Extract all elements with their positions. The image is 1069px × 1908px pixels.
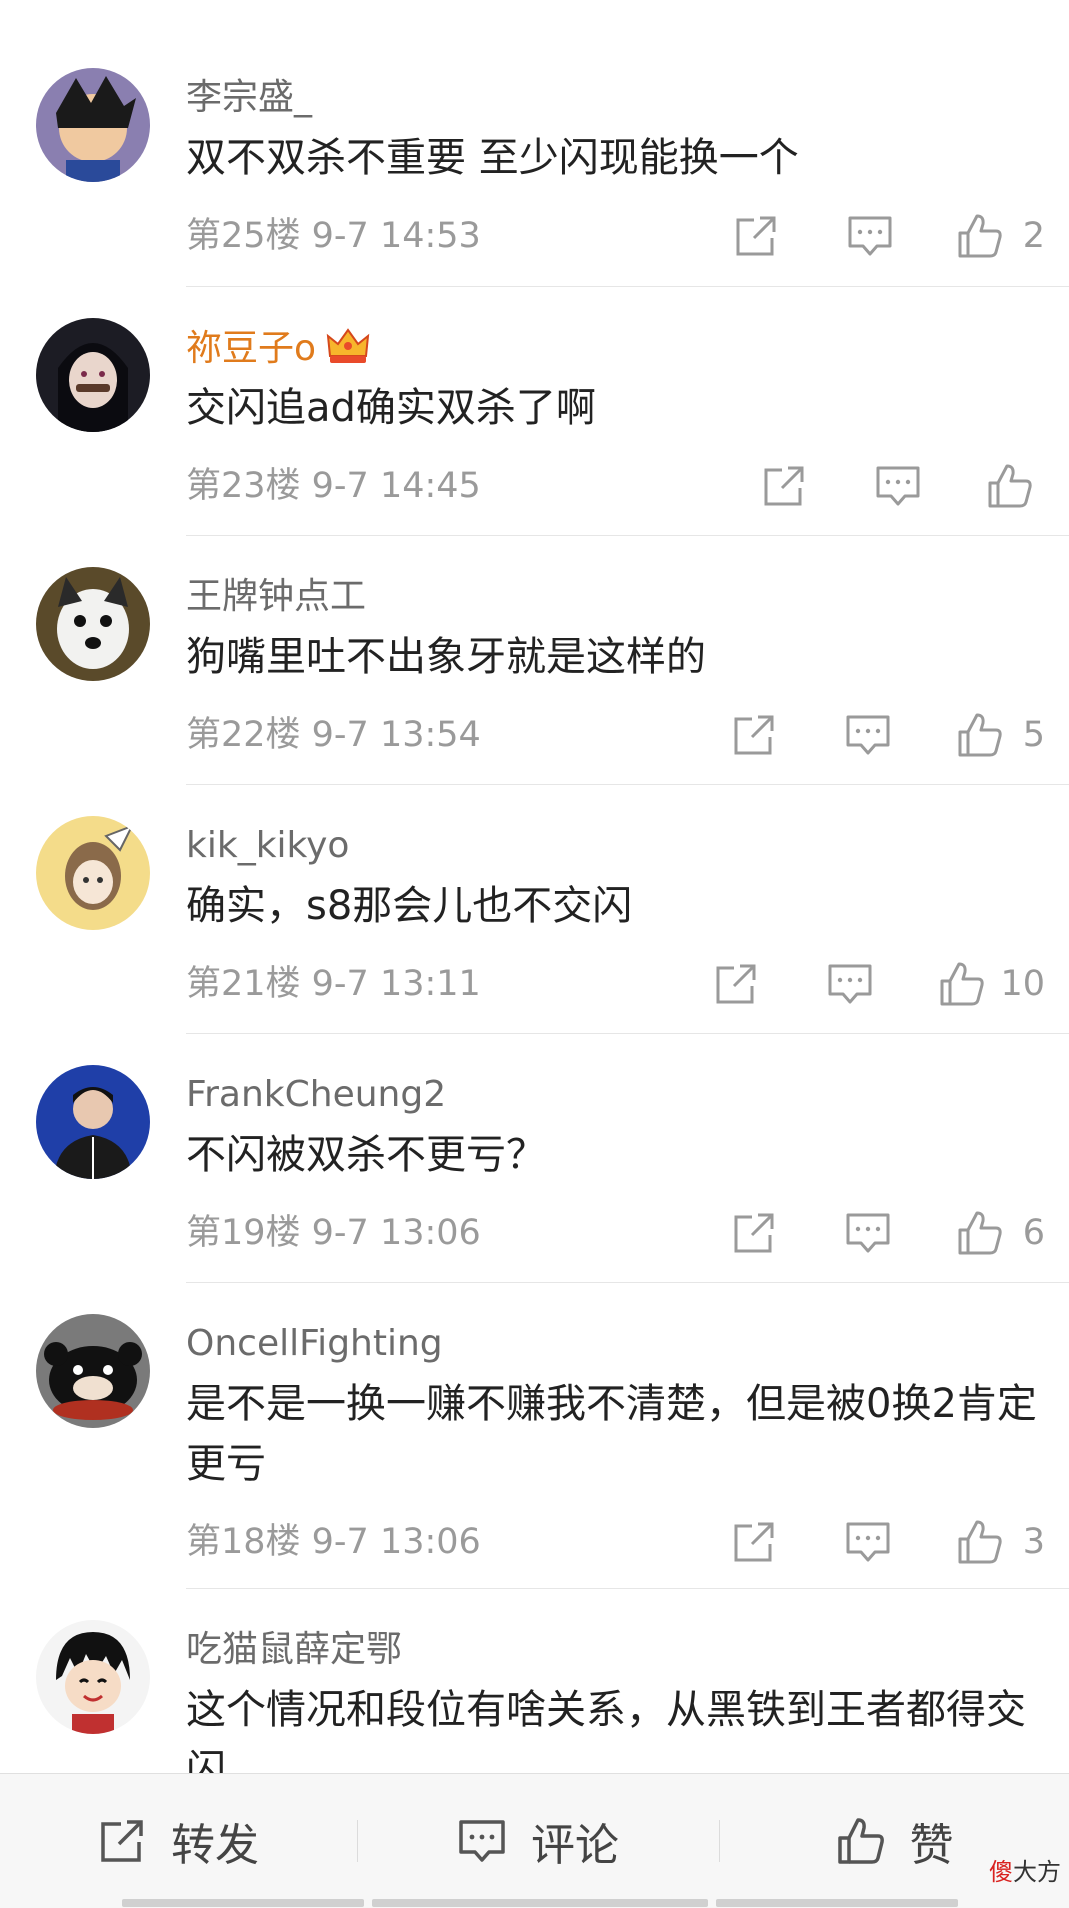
like-count: 5 [1022,715,1045,755]
reply-icon[interactable] [874,462,922,510]
thumbs-up-icon[interactable] [938,960,986,1008]
avatar[interactable] [36,318,150,432]
avatar[interactable] [36,68,150,182]
divider [186,1033,1069,1034]
reply-icon[interactable] [844,711,892,759]
like-count: 2 [1022,216,1045,256]
divider [186,535,1069,536]
username[interactable]: FrankCheung2 [186,1073,446,1117]
thumbs-up-icon [837,1818,884,1864]
comment-text: 不闪被双杀不更亏？ [186,1132,546,1178]
divider [186,286,1069,287]
scroll-indicator [716,1899,958,1907]
share-icon[interactable] [712,960,760,1008]
comment-button[interactable]: 评论 [358,1774,718,1908]
username[interactable]: 李宗盛_ [186,76,312,120]
like-count: 10 [1000,964,1045,1004]
floor-time: 第18楼 9-7 13:06 [186,1522,481,1562]
comment-feed[interactable]: 李宗盛_ 双不双杀不重要 至少闪现能换一个 第25楼 9-7 14:53 祢豆子… [0,0,1069,1773]
repost-button[interactable]: 转发 [0,1774,356,1908]
avatar[interactable] [36,1620,150,1734]
comment-text: 这个情况和段位有啥关系，从黑铁到王者都得交闪 [186,1687,1026,1773]
floor-time: 第25楼 9-7 14:53 [186,216,481,256]
scroll-indicator [122,1899,364,1907]
share-icon[interactable] [760,462,808,510]
avatar[interactable] [36,816,150,930]
reply-icon[interactable] [844,1518,892,1566]
comment-icon [459,1820,505,1862]
reply-icon[interactable] [846,212,894,260]
avatar[interactable] [36,567,150,681]
username[interactable]: kik_kikyo [186,824,349,868]
share-icon[interactable] [730,711,778,759]
like-count: 3 [1022,1522,1045,1562]
thumbs-up-icon[interactable] [986,462,1034,510]
scroll-indicator [372,1899,708,1907]
avatar[interactable] [36,1314,150,1428]
username[interactable]: 祢豆子o [186,326,370,377]
reply-icon[interactable] [826,960,874,1008]
floor-time: 第21楼 9-7 13:11 [186,964,481,1004]
comment-text: 确实，s8那会儿也不交闪 [186,883,633,929]
comment-text: 交闪追ad确实双杀了啊 [186,385,596,431]
like-count: 6 [1022,1213,1045,1253]
username[interactable]: 吃猫鼠薛定鄂 [186,1628,402,1672]
username[interactable]: OncellFighting [186,1322,443,1366]
like-label: 赞 [909,1820,954,1871]
divider [186,1282,1069,1283]
vip-crown-icon [326,326,370,377]
divider [186,784,1069,785]
share-icon[interactable] [732,212,780,260]
share-icon[interactable] [730,1209,778,1257]
bottom-action-bar: 转发 评论 赞 [0,1773,1069,1908]
comment-text: 是不是一换一赚不赚我不清楚，但是被0换2肯定更亏 [186,1381,1037,1487]
repost-icon [101,1820,143,1862]
floor-time: 第22楼 9-7 13:54 [186,715,481,755]
username[interactable]: 王牌钟点工 [186,575,366,619]
comment-text: 双不双杀不重要 至少闪现能换一个 [186,135,799,181]
floor-time: 第23楼 9-7 14:45 [186,466,481,506]
avatar[interactable] [36,1065,150,1179]
username-text: 祢豆子o [186,328,317,369]
floor-time: 第19楼 9-7 13:06 [186,1213,481,1253]
comment-text: 狗嘴里吐不出象牙就是这样的 [186,634,706,680]
share-icon[interactable] [730,1518,778,1566]
like-button[interactable]: 赞 [720,1774,1069,1908]
repost-label: 转发 [171,1820,259,1871]
comment-label: 评论 [531,1820,619,1871]
divider [186,1588,1069,1589]
watermark: 傻大方 [989,1858,1061,1886]
reply-icon[interactable] [844,1209,892,1257]
